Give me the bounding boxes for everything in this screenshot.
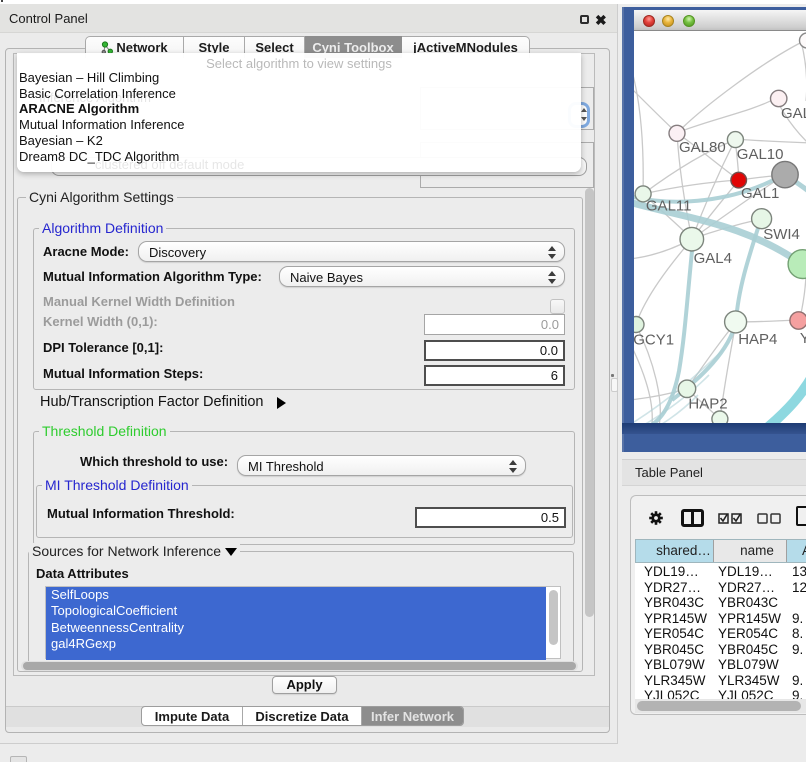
svg-text:GAL4: GAL4 (694, 250, 732, 267)
svg-text:GCY1: GCY1 (634, 332, 674, 349)
svg-text:SWI4: SWI4 (763, 226, 800, 243)
svg-text:GAL7: GAL7 (781, 105, 806, 122)
svg-text:GAL11: GAL11 (646, 197, 692, 214)
svg-text:HAP2: HAP2 (688, 396, 727, 413)
svg-text:GAL80: GAL80 (679, 139, 726, 156)
svg-text:HAP4: HAP4 (738, 331, 777, 348)
svg-text:Y: Y (800, 330, 806, 347)
svg-text:GAL1: GAL1 (741, 185, 779, 202)
svg-text:GAL10: GAL10 (737, 146, 784, 163)
